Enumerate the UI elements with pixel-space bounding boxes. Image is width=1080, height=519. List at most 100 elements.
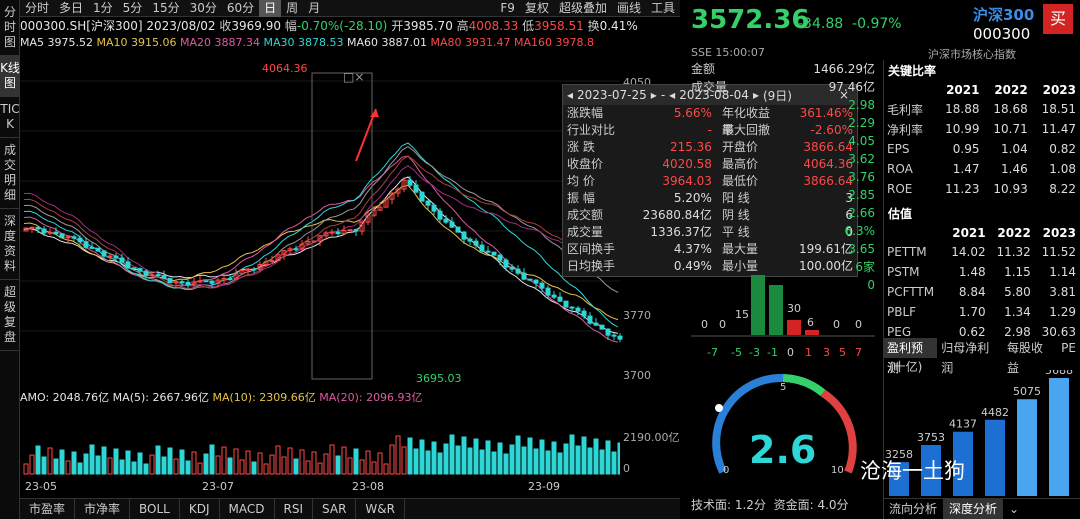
volume-bar bbox=[167, 447, 173, 475]
volume-chart[interactable] bbox=[20, 404, 620, 478]
tab-profit-forecast[interactable]: 盈利预测 bbox=[883, 338, 938, 375]
range-from[interactable]: 2023-07-25 bbox=[577, 88, 647, 102]
tab-macd[interactable]: MACD bbox=[220, 499, 275, 519]
volume-tick-zero: 0 bbox=[623, 462, 630, 475]
volume-bar bbox=[521, 446, 527, 475]
tab-boll[interactable]: BOLL bbox=[130, 499, 180, 519]
volume-bar bbox=[185, 460, 191, 475]
gauge-min: 0 bbox=[723, 465, 729, 476]
candle-body bbox=[101, 250, 107, 257]
right-footer-tabs: 流向分析 深度分析 ⌄ bbox=[883, 498, 1080, 519]
ratio-cell: 10.99 bbox=[945, 122, 980, 136]
volume-bar bbox=[251, 461, 257, 475]
candle-body bbox=[59, 233, 65, 239]
volume-bar bbox=[197, 462, 203, 475]
tab-eps[interactable]: 每股收益 bbox=[1003, 338, 1057, 375]
ratio-row: PBLF 1.70 1.34 1.29 bbox=[884, 302, 1079, 322]
box-close-icon[interactable]: □× bbox=[343, 70, 364, 84]
f9-button[interactable]: F9 bbox=[495, 0, 520, 17]
tab-depth[interactable]: 深度资料 bbox=[0, 209, 20, 280]
period-day[interactable]: 日 bbox=[259, 0, 282, 17]
period-month[interactable]: 月 bbox=[303, 0, 325, 17]
popup-cell: 成交量 bbox=[567, 225, 604, 239]
ratio-row: PETTM 14.02 11.32 11.52 bbox=[884, 242, 1079, 262]
chevron-down-icon[interactable]: ⌄ bbox=[1003, 499, 1025, 519]
period-60min[interactable]: 60分 bbox=[222, 0, 259, 17]
profit-bar bbox=[1017, 399, 1037, 496]
period-multiday[interactable]: 多日 bbox=[54, 0, 88, 17]
candle-body bbox=[77, 237, 83, 243]
candle-body bbox=[539, 282, 545, 289]
amo-ma5: MA(5): 2667.96亿 bbox=[112, 391, 209, 404]
tab-sar[interactable]: SAR bbox=[313, 499, 357, 519]
dist-axis-label: -3 bbox=[749, 346, 760, 359]
period-1min[interactable]: 1分 bbox=[88, 0, 118, 17]
volume-bar bbox=[449, 434, 455, 475]
ratio-cell: 8.84 bbox=[958, 285, 986, 299]
candle-body bbox=[35, 226, 41, 230]
tab-kline[interactable]: K线图 bbox=[0, 56, 20, 97]
volume-bar bbox=[473, 438, 479, 475]
volume-bar bbox=[119, 459, 125, 475]
volume-bar bbox=[515, 435, 521, 475]
candle-body bbox=[563, 300, 569, 308]
tab-wr[interactable]: W&R bbox=[356, 499, 405, 519]
ma-line bbox=[23, 184, 619, 321]
volume-bar bbox=[581, 436, 587, 475]
volume-bar bbox=[143, 463, 149, 475]
ratio-cell: 1.14 bbox=[1049, 265, 1076, 279]
quote-row: 3.65 bbox=[848, 242, 875, 256]
period-timeshare[interactable]: 分时 bbox=[20, 0, 54, 17]
candle-body bbox=[437, 210, 443, 220]
period-30min[interactable]: 30分 bbox=[185, 0, 222, 17]
chevron-left-icon[interactable]: ◂ bbox=[567, 88, 573, 102]
max-price-label: 4064.36 bbox=[262, 62, 308, 75]
tab-rsi[interactable]: RSI bbox=[275, 499, 314, 519]
tab-pb[interactable]: 市净率 bbox=[75, 499, 131, 519]
ratio-cell: 1.70 bbox=[958, 305, 986, 319]
ratio-cell: 10.71 bbox=[993, 122, 1028, 136]
ratio-cell: PSTM bbox=[887, 265, 920, 279]
tab-deep[interactable]: 深度分析 bbox=[943, 499, 1004, 519]
candle-body bbox=[545, 287, 551, 296]
ratio-cell: 1.34 bbox=[1004, 305, 1031, 319]
tab-tick[interactable]: TICK bbox=[0, 97, 20, 138]
tab-kdj[interactable]: KDJ bbox=[180, 499, 220, 519]
close-value: 3969.90 bbox=[231, 19, 282, 33]
chevron-right-icon[interactable]: ▸ bbox=[651, 88, 657, 102]
gauge-value: 2.6 bbox=[749, 428, 816, 472]
period-week[interactable]: 周 bbox=[281, 0, 303, 17]
volume-bar bbox=[341, 446, 347, 475]
volume-bar bbox=[353, 448, 359, 475]
period-15min[interactable]: 15分 bbox=[147, 0, 184, 17]
bar-date: 2023/08/02 bbox=[146, 19, 216, 33]
volume-bar bbox=[359, 459, 365, 475]
amo-ma20: MA(20): 2096.93亿 bbox=[319, 391, 423, 404]
buy-button[interactable]: 买 bbox=[1043, 4, 1073, 34]
tab-timeshare[interactable]: 分时图 bbox=[0, 0, 20, 56]
chevron-left-icon[interactable]: ◂ bbox=[669, 88, 675, 102]
overlay-button[interactable]: 超级叠加 bbox=[554, 0, 612, 17]
range-selection-box[interactable] bbox=[311, 72, 373, 380]
dist-value: 0 bbox=[719, 318, 726, 331]
tab-flow[interactable]: 流向分析 bbox=[883, 499, 943, 519]
ratio-cell: 1.29 bbox=[1049, 305, 1076, 319]
draw-button[interactable]: 画线 bbox=[612, 0, 646, 17]
candle-body bbox=[581, 310, 587, 317]
volume-bar bbox=[203, 453, 209, 475]
dist-bar bbox=[769, 285, 783, 335]
ratio-cell: ROA bbox=[887, 162, 913, 176]
tab-net-profit[interactable]: 归母净利润 bbox=[937, 338, 1003, 375]
tab-deals[interactable]: 成交明细 bbox=[0, 138, 20, 209]
valuation-title: 估值 bbox=[888, 207, 913, 221]
tab-pe[interactable]: 市盈率 bbox=[20, 499, 76, 519]
volume-bar bbox=[101, 446, 107, 475]
tools-button[interactable]: 工具 bbox=[646, 0, 680, 17]
period-5min[interactable]: 5分 bbox=[118, 0, 148, 17]
tab-pe[interactable]: PE bbox=[1057, 338, 1080, 358]
tab-replay[interactable]: 超级复盘 bbox=[0, 280, 20, 351]
volume-bar bbox=[71, 451, 77, 475]
popup-cell: 区间换手 bbox=[567, 242, 616, 256]
adjust-button[interactable]: 复权 bbox=[520, 0, 554, 17]
candle-body bbox=[443, 218, 449, 223]
